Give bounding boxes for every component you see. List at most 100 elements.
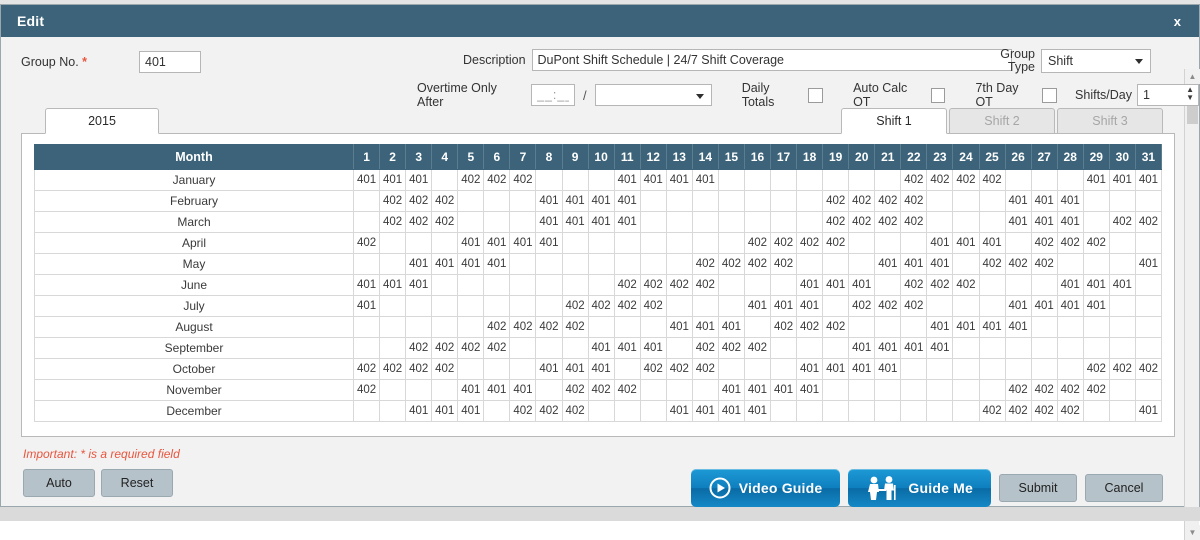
grid-day-cell[interactable] [717,232,745,254]
grid-day-cell[interactable] [848,316,876,338]
grid-day-cell[interactable]: 401 [796,274,824,296]
grid-day-cell[interactable]: 401 [769,295,798,317]
grid-day-cell[interactable] [822,295,850,317]
grid-day-cell[interactable] [1082,316,1110,338]
grid-day-cell[interactable]: 401 [926,337,954,359]
grid-day-cell[interactable] [509,295,537,317]
grid-day-cell[interactable] [352,211,381,233]
grid-day-cell[interactable] [822,337,850,359]
grid-day-cell[interactable] [900,316,928,338]
grid-day-cell[interactable]: 402 [483,337,511,359]
grid-day-cell[interactable] [691,295,719,317]
grid-day-cell[interactable] [561,337,589,359]
grid-day-cell[interactable] [665,232,693,254]
grid-day-cell[interactable]: 402 [561,379,589,401]
grid-day-cell[interactable]: 401 [535,232,563,254]
grid-day-cell[interactable] [639,400,667,422]
grid-day-cell[interactable]: 401 [1056,190,1084,212]
grid-day-cell[interactable]: 402 [900,190,928,212]
grid-day-cell[interactable] [665,253,693,275]
grid-day-cell[interactable]: 402 [822,211,850,233]
grid-day-cell[interactable]: 402 [379,211,407,233]
grid-day-cell[interactable] [1030,337,1058,359]
grid-day-cell[interactable] [796,211,824,233]
grid-day-cell[interactable] [483,295,511,317]
grid-day-cell[interactable] [743,316,772,338]
grid-day-cell[interactable] [431,274,459,296]
grid-day-cell[interactable] [1004,274,1032,296]
grid-day-cell[interactable]: 402 [926,169,954,191]
grid-day-cell[interactable]: 401 [483,379,511,401]
grid-day-cell[interactable]: 402 [978,169,1006,191]
description-input[interactable] [531,49,1012,71]
grid-day-cell[interactable]: 401 [457,232,485,254]
grid-day-cell[interactable] [379,400,407,422]
grid-day-cell[interactable]: 401 [926,316,954,338]
grid-day-cell[interactable] [561,232,589,254]
grid-day-cell[interactable]: 401 [587,358,615,380]
grid-day-cell[interactable] [848,400,876,422]
grid-day-cell[interactable] [639,232,667,254]
grid-day-cell[interactable] [535,379,563,401]
grid-day-cell[interactable] [1134,274,1163,296]
grid-day-cell[interactable] [874,316,902,338]
grid-day-cell[interactable] [769,358,798,380]
grid-day-cell[interactable]: 401 [717,316,745,338]
grid-day-cell[interactable] [352,253,381,275]
grid-day-cell[interactable] [457,211,485,233]
grid-day-cell[interactable] [665,211,693,233]
grid-day-cell[interactable]: 402 [639,274,667,296]
auto-calc-ot-checkbox[interactable] [930,87,946,103]
grid-day-cell[interactable]: 402 [405,358,433,380]
grid-day-cell[interactable]: 401 [639,337,667,359]
grid-day-cell[interactable]: 401 [717,379,745,401]
grid-day-cell[interactable] [457,274,485,296]
grid-day-cell[interactable]: 402 [561,400,589,422]
grid-day-cell[interactable] [535,337,563,359]
grid-day-cell[interactable]: 401 [352,169,381,191]
grid-day-cell[interactable] [1134,295,1163,317]
grid-day-cell[interactable]: 402 [483,316,511,338]
guide-me-button[interactable]: Guide Me [848,469,991,507]
grid-day-cell[interactable] [874,232,902,254]
grid-day-cell[interactable] [769,211,798,233]
grid-day-cell[interactable]: 401 [926,253,954,275]
grid-day-cell[interactable] [561,274,589,296]
grid-day-cell[interactable] [431,295,459,317]
grid-day-cell[interactable] [665,379,693,401]
grid-day-cell[interactable] [952,400,980,422]
grid-day-cell[interactable] [900,358,928,380]
reset-button[interactable]: Reset [101,469,173,497]
grid-day-cell[interactable]: 401 [796,379,824,401]
grid-day-cell[interactable]: 402 [483,169,511,191]
grid-day-cell[interactable]: 401 [691,400,719,422]
grid-day-cell[interactable] [796,337,824,359]
grid-day-cell[interactable] [405,379,433,401]
grid-day-cell[interactable] [483,400,511,422]
grid-day-cell[interactable]: 402 [352,358,381,380]
grid-day-cell[interactable] [352,337,381,359]
grid-day-cell[interactable]: 401 [587,190,615,212]
tab-year-2015[interactable]: 2015 [45,108,159,134]
grid-day-cell[interactable]: 401 [1056,274,1084,296]
grid-day-cell[interactable]: 402 [1082,379,1110,401]
grid-day-cell[interactable] [691,190,719,212]
grid-day-cell[interactable]: 401 [535,211,563,233]
grid-day-cell[interactable]: 402 [952,274,980,296]
grid-day-cell[interactable]: 401 [431,253,459,275]
group-no-input[interactable] [139,51,202,73]
grid-day-cell[interactable] [509,358,537,380]
grid-day-cell[interactable]: 401 [509,379,537,401]
grid-day-cell[interactable]: 402 [822,232,850,254]
grid-day-cell[interactable] [1056,169,1084,191]
daily-totals-checkbox[interactable] [808,87,824,103]
grid-day-cell[interactable]: 401 [405,253,433,275]
grid-day-cell[interactable]: 402 [431,190,459,212]
grid-day-cell[interactable]: 402 [613,295,641,317]
grid-day-cell[interactable]: 402 [1030,400,1058,422]
grid-day-cell[interactable] [822,253,850,275]
grid-day-cell[interactable] [639,379,667,401]
grid-day-cell[interactable]: 402 [978,400,1006,422]
grid-day-cell[interactable] [717,295,745,317]
grid-day-cell[interactable] [379,232,407,254]
